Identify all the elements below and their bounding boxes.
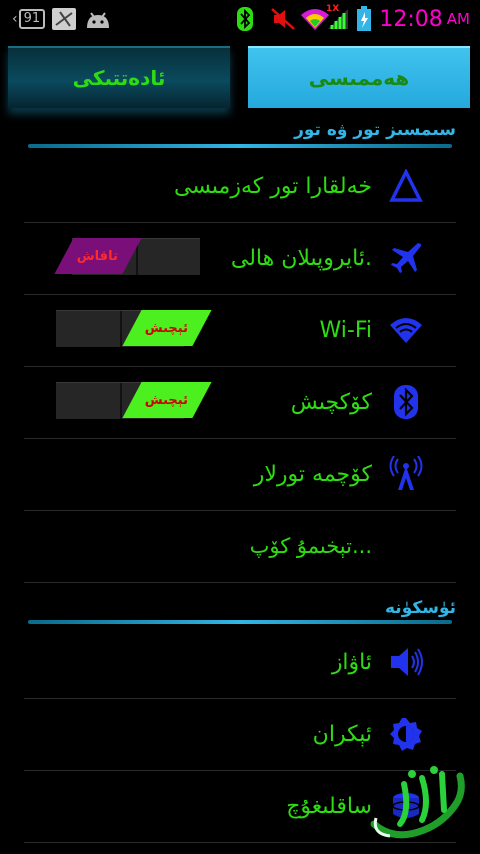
row-label: كۆكچىش (290, 389, 372, 415)
airplane-icon (386, 238, 426, 278)
section-divider (28, 620, 452, 624)
wifi-icon (386, 310, 426, 350)
row-label: ئېكران (312, 721, 372, 747)
toggle-on-label: ئېچىش (145, 320, 189, 336)
row-label: خەلقارا تور كەزمىسى (173, 173, 372, 199)
signal-label: 1X (326, 4, 340, 14)
brightness-icon (386, 714, 426, 754)
antenna-icon (386, 454, 426, 494)
row-label: ساقلىغۇچ (286, 793, 372, 819)
wifi-toggle[interactable]: ئېچىش (56, 310, 212, 347)
bluetooth-icon (386, 382, 426, 422)
watermark-logo (364, 764, 474, 844)
bluetooth-status-icon (236, 0, 254, 38)
settings-row-mobile-network[interactable]: خەلقارا تور كەزمىسى (24, 150, 456, 223)
section-header-wireless: سىمسىز تور ۋە تور (294, 120, 456, 140)
toggle-on-label: ئېچىش (145, 392, 189, 408)
clock-time: 12:08 (379, 6, 443, 32)
android-icon (84, 0, 112, 38)
settings-row-display[interactable]: ئېكران (24, 698, 456, 771)
airplane-toggle[interactable]: تاقاش (54, 238, 200, 275)
tab-all[interactable]: ھەممىسى (248, 46, 470, 108)
notification-badge: ‹ 91 (12, 0, 46, 38)
settings-row-airplane[interactable]: تاقاش ئايروپىلان ھالى. (24, 222, 456, 295)
section-divider (28, 144, 452, 148)
clock: 12:08 AM (379, 0, 470, 38)
battery-icon (356, 0, 372, 38)
row-label: ئاۋاز (331, 649, 372, 675)
tab-general[interactable]: ئادەتتىكى (8, 46, 230, 108)
mute-icon (270, 0, 296, 38)
row-label: ئايروپىلان ھالى. (230, 245, 372, 271)
warning-icon (52, 0, 76, 38)
more-link: تېخىمۇ كۆپ... (249, 534, 372, 558)
settings-row-data-usage[interactable]: كۆچمە تورلار (24, 438, 456, 511)
settings-row-more[interactable]: تېخىمۇ كۆپ... (24, 510, 456, 583)
settings-row-bluetooth[interactable]: ئېچىش كۆكچىش (24, 366, 456, 439)
speaker-icon (386, 642, 426, 682)
triangle-network-icon (386, 166, 426, 206)
settings-row-wifi[interactable]: ئېچىش Wi-Fi (24, 294, 456, 367)
status-bar: ‹ 91 1X 12:08 AM (0, 0, 480, 38)
row-label: كۆچمە تورلار (253, 461, 372, 487)
badge-count: 91 (18, 9, 46, 29)
bluetooth-toggle[interactable]: ئېچىش (56, 382, 212, 419)
section-header-device: ئۈسكۈنە (385, 598, 456, 618)
settings-row-sound[interactable]: ئاۋاز (24, 626, 456, 699)
settings-tabs: ئادەتتىكى ھەممىسى (0, 38, 480, 112)
row-label: Wi-Fi (319, 317, 373, 343)
signal-icon: 1X (326, 0, 350, 38)
clock-ampm: AM (446, 10, 470, 28)
toggle-off-label: تاقاش (77, 248, 119, 264)
